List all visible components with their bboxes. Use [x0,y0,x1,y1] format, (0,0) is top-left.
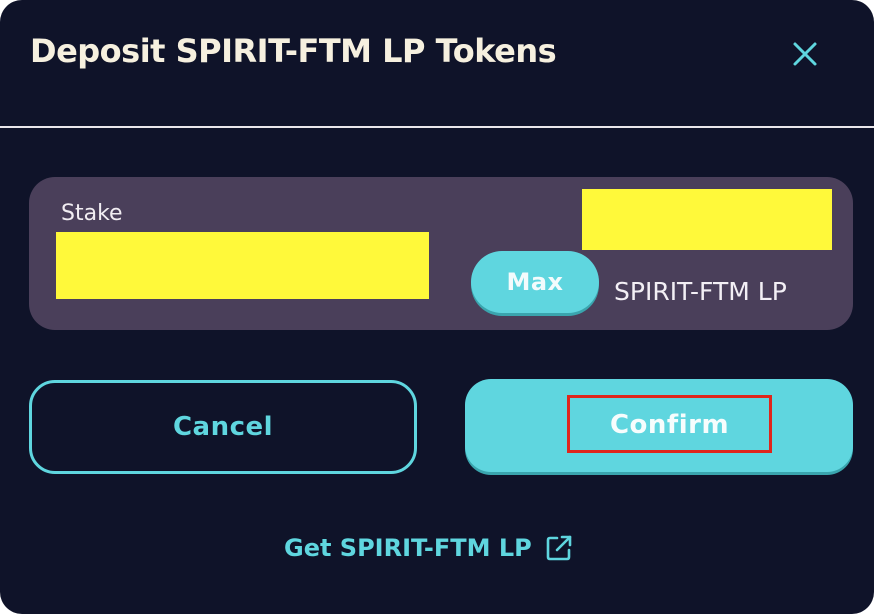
stake-panel: Stake Max SPIRIT-FTM LP [29,177,853,330]
deposit-modal: Deposit SPIRIT-FTM LP Tokens Stake Max S… [0,0,874,614]
confirm-button[interactable]: Confirm [465,379,853,472]
token-label: SPIRIT-FTM LP [614,277,787,306]
close-button[interactable] [787,36,823,72]
confirm-label: Confirm [609,410,730,440]
stake-label: Stake [61,201,123,226]
balance-value [582,189,832,250]
get-lp-label: Get SPIRIT-FTM LP [284,534,532,562]
modal-title: Deposit SPIRIT-FTM LP Tokens [30,32,557,70]
cancel-button[interactable]: Cancel [29,380,417,474]
get-lp-link[interactable]: Get SPIRIT-FTM LP [284,530,574,566]
close-icon [793,42,817,66]
header-divider [0,126,874,128]
stake-amount-input[interactable] [56,232,429,299]
confirm-highlight-box: Confirm [567,395,772,453]
max-button[interactable]: Max [471,251,599,313]
external-link-icon [546,535,572,561]
